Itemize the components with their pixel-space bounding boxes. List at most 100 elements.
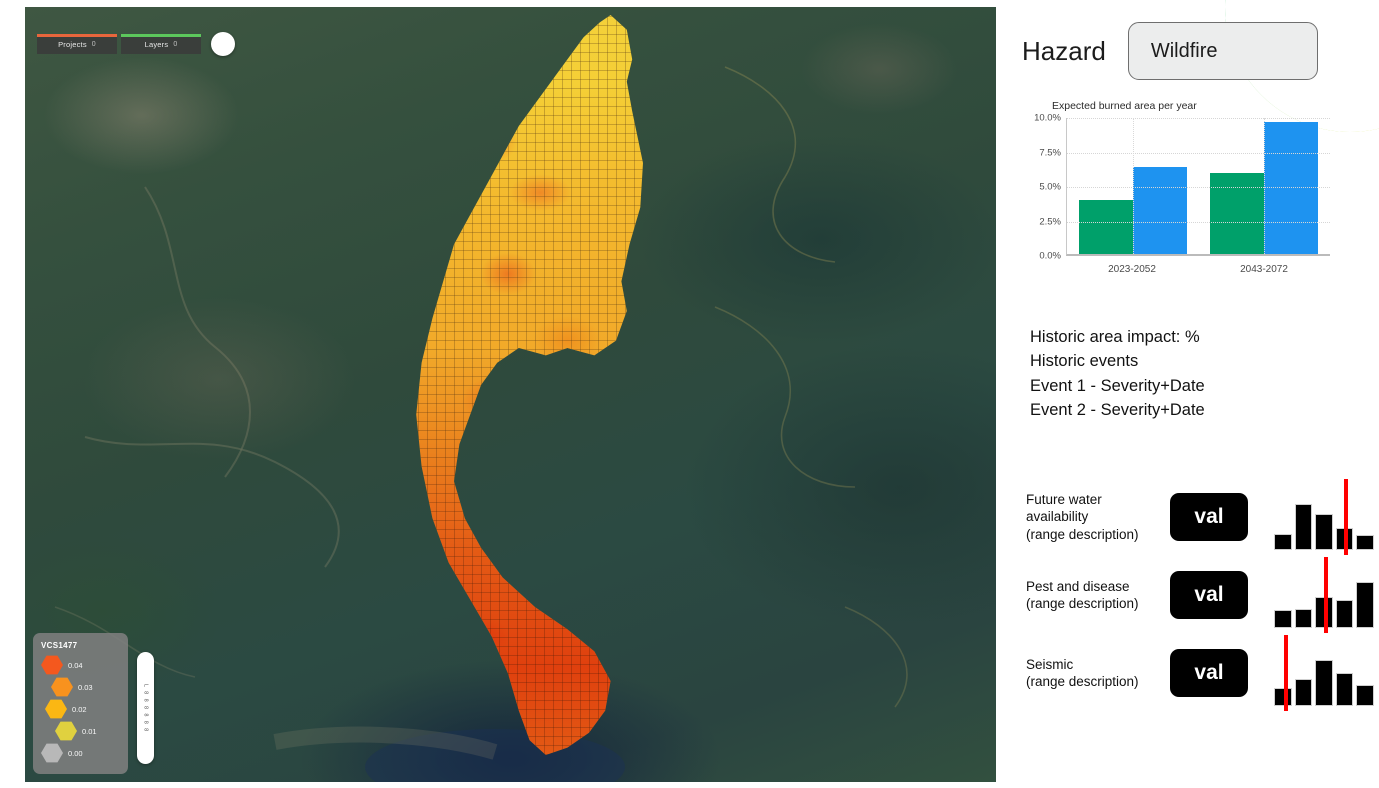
historic-line: Event 2 - Severity+Date [1030,400,1205,419]
hazard-select-value: Wildfire [1150,39,1218,62]
map-panel[interactable]: Projects 0 Layers 0 VCS1477 0.04 0.03 0.… [25,7,996,782]
hexagon-icon [55,721,77,741]
sparkline-marker [1344,479,1348,555]
map-tab-layers-count: 0 [173,41,178,48]
chart-title: Expected burned area per year [1052,100,1197,112]
map-legend: VCS1477 0.04 0.03 0.02 0.01 0.00 [33,633,128,774]
legend-value: 0.03 [78,682,93,692]
metric-value-badge[interactable]: val [1170,493,1248,541]
legend-item: 0.02 [41,698,120,720]
sparkline-bar [1356,534,1374,550]
metric-label: Future water availability (range descripti… [1026,491,1164,543]
sparkline-bar [1335,672,1354,706]
legend-value: 0.00 [68,748,83,758]
map-toolbar: Projects 0 Layers 0 [37,32,235,56]
legend-value: 0.01 [82,726,97,736]
metrics-list: Future water availability (range descripti… [1026,478,1379,712]
chart-gridline [1067,118,1330,119]
hexagon-icon [41,655,63,675]
metric-label-line: (range description) [1026,596,1139,611]
expected-burned-area-chart: Expected burned area per year 0.0% 2.5% 5.… [1030,100,1330,275]
app-root: Projects 0 Layers 0 VCS1477 0.04 0.03 0.… [0,0,1379,788]
metric-value-badge[interactable]: val [1170,649,1248,697]
hazard-heatmap-edge [416,15,643,755]
chart-plot-area [1066,118,1330,256]
metric-label-line: Future water [1026,492,1102,508]
metric-sparkline [1274,479,1374,555]
sparkline-bar [1315,660,1333,706]
historic-line: Event 1 - Severity+Date [1030,376,1205,395]
sparkline-bar [1335,600,1354,628]
metric-sparkline [1274,635,1374,711]
legend-value: 0.02 [72,704,87,714]
metric-sparkline [1274,557,1374,633]
hazard-label: Hazard [1022,35,1106,66]
metric-row: Seismic (range description) val [1026,634,1379,712]
sparkline-bar [1294,504,1313,550]
chart-y-axis: 0.0% 2.5% 5.0% 7.5% 10.0% [1030,113,1064,262]
chart-x-axis: 2023-2052 2043-2072 [1066,264,1330,275]
chart-gridline [1067,152,1330,154]
chart-bar-green[interactable] [1210,172,1265,254]
side-panel: Hazard Wildfire Expected burned area per… [1018,0,1379,788]
hexagon-icon [45,699,67,719]
hazard-select[interactable]: Wildfire [1127,22,1318,80]
chart-bars [1067,118,1330,254]
map-tab-layers[interactable]: Layers 0 [121,34,201,54]
legend-value: 0.04 [68,660,83,670]
map-tab-layers-label: Layers [144,40,169,49]
chart-gridline [1067,221,1330,223]
chart-body: 0.0% 2.5% 5.0% 7.5% 10.0% 2023-2052 2043-2072 [1030,113,1330,275]
hazard-overlay-polygon [400,15,670,755]
chart-bar-blue[interactable] [1132,167,1187,254]
historic-line: Historic events [1030,352,1139,371]
sparkline-bar [1274,609,1292,628]
hazard-header: Hazard Wildfire [1022,22,1318,80]
sparkline-bar [1274,687,1292,706]
metric-label-line: Pest and disease [1026,578,1130,594]
hexagon-icon [51,677,73,697]
map-tab-projects[interactable]: Projects 0 [37,34,117,54]
chart-y-tick-label: 7.5% [1039,147,1061,158]
map-scale-label: L 8 8 8 8 8 8 [142,683,149,733]
historic-info-block: Historic area impact: % Historic events … [1030,325,1205,422]
legend-item: 0.03 [41,676,120,698]
legend-item: 0.00 [41,742,120,764]
projects-accent-bar [37,34,117,37]
metric-label: Pest and disease (range description) [1026,578,1164,613]
map-tab-projects-label: Projects [58,40,87,49]
sparkline-bar [1294,608,1313,628]
chart-bar-green[interactable] [1078,200,1133,254]
metric-row: Pest and disease (range description) val [1026,556,1379,634]
chart-y-tick-label: 2.5% [1039,216,1061,227]
chart-gridline [1067,187,1330,188]
historic-line: Historic area impact: % [1030,328,1200,346]
layers-accent-bar [121,34,201,37]
map-scale-slider[interactable]: L 8 8 8 8 8 8 [137,652,154,764]
map-tab-projects-count: 0 [91,41,96,48]
metric-value-badge[interactable]: val [1170,571,1248,619]
sparkline-marker [1324,557,1328,633]
chart-x-tick-label: 2043-2072 [1240,264,1288,275]
sparkline-marker [1284,635,1288,711]
map-legend-title: VCS1477 [41,641,78,650]
metric-label-line: (range description) [1026,526,1139,542]
metric-label-line: (range description) [1026,674,1139,689]
sparkline-bar [1315,514,1333,550]
metric-row: Future water availability (range descripti… [1026,478,1379,556]
chart-y-tick-label: 0.0% [1039,250,1061,262]
chart-x-tick-label: 2023-2052 [1108,264,1156,275]
legend-item: 0.04 [41,654,120,676]
sparkline-bar [1356,684,1374,706]
sparkline-bar [1294,679,1313,706]
chart-category-divider [1132,118,1134,254]
sparkline-bar [1356,582,1374,628]
chart-y-tick-label: 10.0% [1034,112,1061,124]
metric-label-line: Seismic [1026,656,1074,672]
chart-y-tick-label: 5.0% [1039,181,1061,193]
metric-label-line: availability [1026,509,1089,525]
hexagon-icon [41,743,63,763]
map-locate-button[interactable] [211,32,235,56]
chart-category-divider [1264,118,1266,254]
metric-label: Seismic (range description) [1026,656,1164,691]
